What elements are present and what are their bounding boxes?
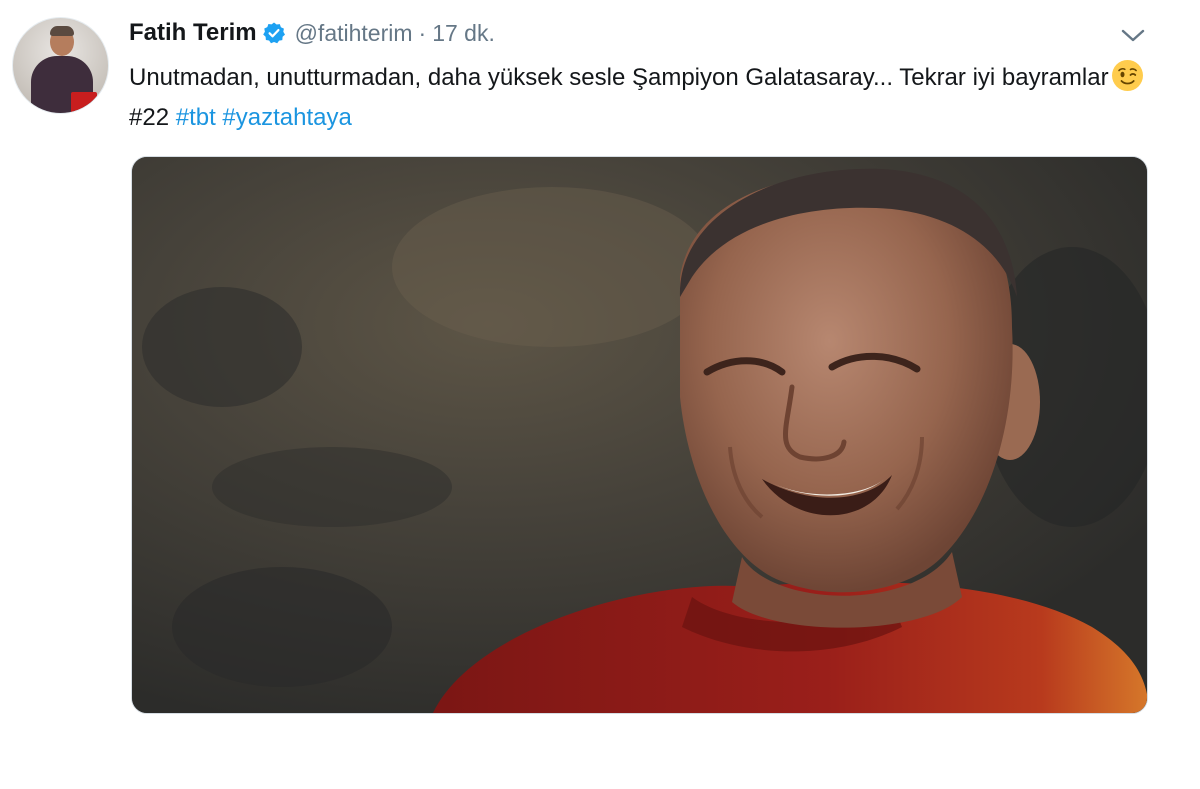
- verified-badge-icon: [262, 21, 286, 45]
- author-name[interactable]: Fatih Terim: [129, 19, 257, 47]
- tweet-text: Unutmadan, unutturmadan, daha yüksek ses…: [129, 58, 1159, 138]
- hashtag-link[interactable]: #tbt: [176, 104, 216, 131]
- meta-separator: ·: [418, 19, 427, 46]
- avatar[interactable]: [12, 17, 109, 114]
- tweet-media-video[interactable]: [131, 156, 1148, 714]
- hashtag-link[interactable]: #yaztahtaya: [222, 104, 351, 131]
- chevron-down-icon[interactable]: [1120, 28, 1146, 44]
- tweet-card[interactable]: Fatih Terim @fatihterim · 17 dk. Unutmad…: [0, 0, 1200, 789]
- hashtag-plain[interactable]: #22: [129, 104, 169, 131]
- tweet-body-text: Unutmadan, unutturmadan, daha yüksek ses…: [129, 64, 1109, 91]
- video-frame: [132, 157, 1147, 713]
- author-handle[interactable]: @fatihterim: [295, 20, 413, 47]
- avatar-figure-bag: [71, 92, 97, 113]
- avatar-figure-hair: [50, 26, 74, 36]
- tweet-header: Fatih Terim @fatihterim · 17 dk.: [129, 18, 495, 48]
- winking-face-emoji-icon: [1111, 59, 1144, 92]
- tweet-timestamp[interactable]: 17 dk.: [432, 20, 495, 47]
